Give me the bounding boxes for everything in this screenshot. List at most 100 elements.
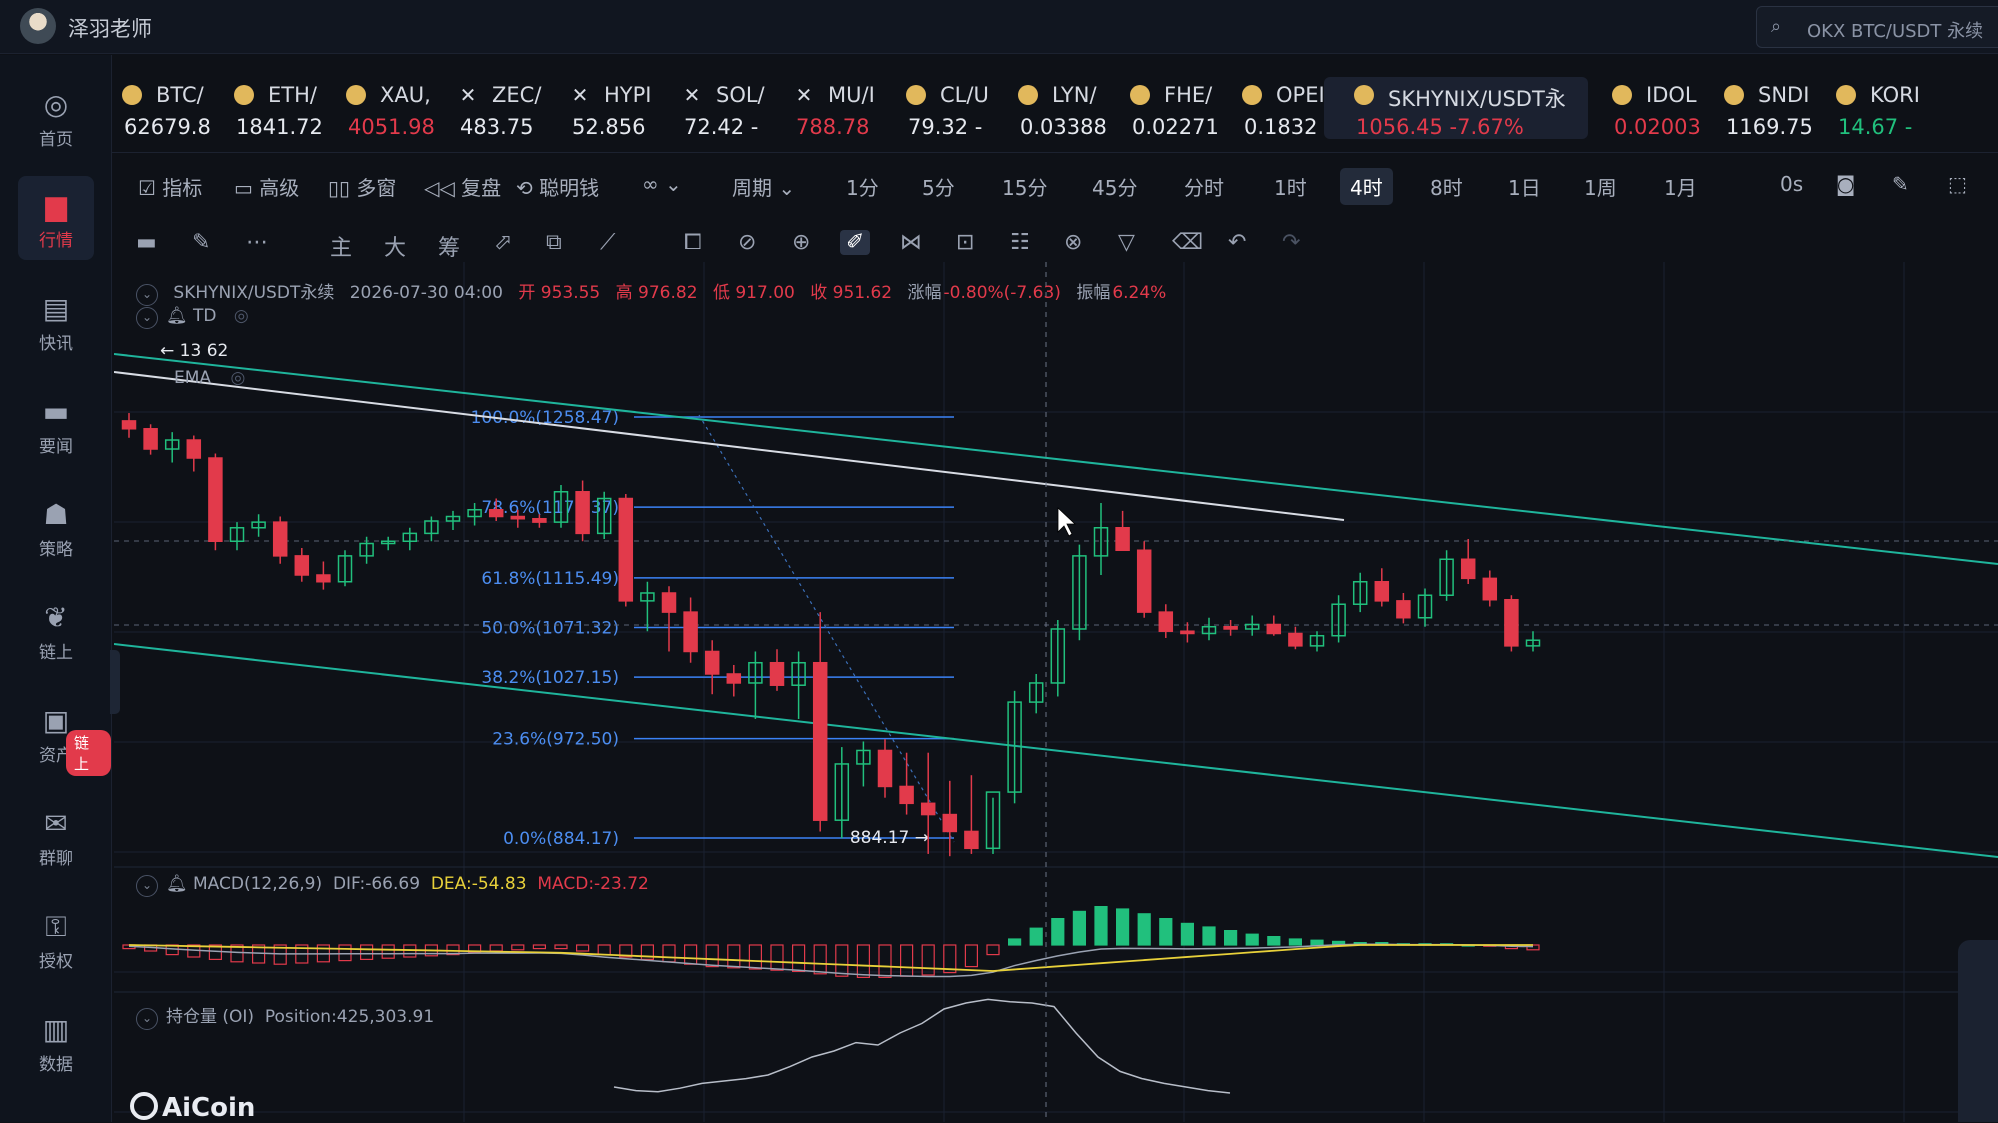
main-chart-button[interactable]: 主	[330, 230, 352, 262]
sidebar-item-chat[interactable]: ✉ 群聊	[18, 794, 94, 878]
coin-icon	[1354, 85, 1374, 105]
bell-icon[interactable]: 🔔︎	[166, 874, 188, 894]
filter-icon[interactable]: ▽	[1118, 230, 1135, 255]
lock-icon[interactable]: ⊡	[956, 230, 974, 255]
sidebar-item-flash[interactable]: ▤ 快讯	[18, 279, 94, 363]
camera-icon[interactable]: ◙	[1836, 172, 1855, 196]
sidebar-item-auth[interactable]: ⚿ 授权	[18, 897, 94, 981]
candle-body	[1158, 611, 1174, 632]
period-1mo[interactable]: 1月	[1664, 172, 1697, 201]
bell-icon[interactable]: 🔔︎	[166, 306, 188, 326]
macd-label[interactable]: ⌄ 🔔︎ MACD(12,26,9) DIF:-66.69 DEA:-54.83 …	[136, 874, 649, 897]
ticker-9[interactable]: FHE/0.02271	[1100, 77, 1218, 139]
period-1h[interactable]: 1时	[1274, 172, 1307, 201]
smart-money-button[interactable]: ⟲ 聪明钱	[516, 172, 599, 201]
ticker-12[interactable]: IDOL 0.02003	[1582, 77, 1700, 139]
price-chart[interactable]: 100.0%(1258.47)78.6%(1178.37)61.8%(1115.…	[114, 262, 1998, 1122]
replay-button[interactable]: ◁◁ 复盘	[424, 172, 501, 201]
chevron-down-icon[interactable]: ⌄	[136, 307, 158, 329]
undo-icon[interactable]: ↶	[1228, 230, 1246, 255]
eye-icon[interactable]: ◎	[234, 306, 249, 326]
candle-body	[121, 420, 137, 430]
search-input[interactable]: OKX BTC/USDT 永续	[1807, 17, 1983, 43]
ticker-13[interactable]: SNDI 1169.75	[1694, 77, 1812, 139]
big-order-button[interactable]: 大	[384, 230, 406, 262]
measure-icon[interactable]: ⟋	[600, 230, 615, 255]
sidebar-item-headlines[interactable]: ▬ 要闻	[18, 382, 94, 466]
sidebar-item-market[interactable]: ▆ 行情	[18, 176, 94, 260]
compare-icon[interactable]: ⧉	[546, 230, 562, 255]
ticker-symbol: ZEC/	[492, 83, 542, 107]
more-icon[interactable]: ⋯	[246, 230, 268, 255]
candle-body	[316, 574, 331, 583]
period-dropdown[interactable]: 周期 ⌄	[732, 172, 795, 201]
ticker-0[interactable]: BTC/62679.8	[92, 77, 210, 139]
period-45m[interactable]: 45分	[1092, 172, 1137, 201]
sidebar-item-strategy[interactable]: ☗ 策略	[18, 485, 94, 569]
avatar[interactable]	[20, 8, 56, 44]
ticker-8[interactable]: LYN/0.03388	[988, 77, 1106, 139]
oi-label[interactable]: ⌄ 持仓量 (OI) Position:425,303.91	[136, 1002, 434, 1030]
pencil-icon[interactable]: ✎	[1892, 172, 1909, 196]
ticker-14[interactable]: KORI 14.67 -	[1806, 77, 1924, 139]
macd-bar	[1288, 938, 1303, 946]
visibility-icon[interactable]: ⊗	[1064, 230, 1082, 255]
zoom-icon[interactable]: ⊕	[792, 230, 810, 255]
coin-icon	[1724, 85, 1744, 105]
ruler-line-icon[interactable]: ⊘	[738, 230, 756, 255]
sidebar-item-data[interactable]: ▥ 数据	[18, 1000, 94, 1084]
trend-channel[interactable]	[114, 353, 1998, 858]
ticker-5[interactable]: ✕ SOL/72.42 -	[652, 77, 770, 139]
right-dock-panel[interactable]	[1958, 940, 1998, 1122]
ticker-6[interactable]: ✕ MU/I 788.78	[764, 77, 882, 139]
chevron-down-icon[interactable]: ⌄	[136, 1008, 158, 1030]
chevron-down-icon[interactable]: ⌄	[136, 875, 158, 897]
trend-icon[interactable]: ⬀	[494, 230, 512, 255]
period-1d[interactable]: 1日	[1508, 172, 1541, 201]
period-8h[interactable]: 8时	[1430, 172, 1463, 201]
candle-body	[1374, 580, 1390, 602]
onchain-badge[interactable]: 链上	[66, 730, 111, 776]
ema-indicator-label[interactable]: EMA ◎	[174, 368, 245, 388]
sidebar-item-onchain[interactable]: ❦ 链上	[18, 588, 94, 672]
ticker-1[interactable]: ETH/1841.72	[204, 77, 322, 139]
eye-icon[interactable]: ◎	[230, 368, 245, 388]
ticker-10[interactable]: OPEI 0.1832	[1212, 77, 1330, 139]
notes-icon[interactable]: ☷	[1010, 230, 1030, 255]
macd-bar	[705, 944, 719, 968]
ticker-3[interactable]: ✕ ZEC/483.75	[428, 77, 546, 139]
period-4h[interactable]: 4时	[1340, 168, 1393, 205]
period-1w[interactable]: 1周	[1584, 172, 1617, 201]
multi-window-button[interactable]: ▯▯ 多窗	[328, 172, 396, 201]
candle-body	[294, 555, 310, 576]
chip-button[interactable]: 筹	[438, 230, 460, 262]
candle-body	[1288, 632, 1303, 647]
period-1m[interactable]: 1分	[846, 172, 879, 201]
period-5m[interactable]: 5分	[922, 172, 955, 201]
ticker-2[interactable]: XAU, 4051.98	[316, 77, 434, 139]
low-price-marker: 884.17 →	[850, 828, 929, 848]
ticker-4[interactable]: ✕ HYPI 52.856	[540, 77, 658, 139]
copy-icon[interactable]: ⧠	[684, 230, 702, 255]
redo-icon[interactable]: ↷	[1282, 230, 1300, 255]
more-tools-icon[interactable]: ∞ ⌄	[642, 172, 682, 196]
ticker-11[interactable]: SKHYNIX/USDT永 1056.45 -7.67%	[1324, 77, 1588, 139]
advanced-button[interactable]: ▭ 高级	[234, 172, 299, 201]
ticker-7[interactable]: CL/U 79.32 -	[876, 77, 994, 139]
coin-icon	[1612, 85, 1632, 105]
search-box[interactable]: ⌕ OKX BTC/USDT 永续	[1756, 6, 1998, 48]
draw-mode-icon[interactable]: ✐	[840, 230, 871, 255]
magnet-icon[interactable]: ⋈	[900, 230, 922, 255]
indicators-button[interactable]: ☑ 指标	[138, 172, 202, 201]
period-timeshare[interactable]: 分时	[1184, 172, 1224, 201]
ruler-icon[interactable]: ▬	[136, 230, 157, 255]
brush-icon[interactable]: ✎	[192, 230, 210, 255]
chevron-down-icon[interactable]: ⌄	[136, 284, 158, 306]
trash-icon[interactable]: ⌫	[1172, 230, 1203, 255]
fullscreen-icon[interactable]: ⬚	[1948, 172, 1967, 196]
td-indicator-label[interactable]: ⌄ 🔔︎ TD ◎	[136, 306, 249, 329]
period-15m[interactable]: 15分	[1002, 172, 1047, 201]
sidebar-item-home[interactable]: ◎ 首页	[18, 75, 94, 159]
ticker-symbol: BTC/	[156, 83, 204, 107]
macd-bar	[1223, 929, 1238, 946]
